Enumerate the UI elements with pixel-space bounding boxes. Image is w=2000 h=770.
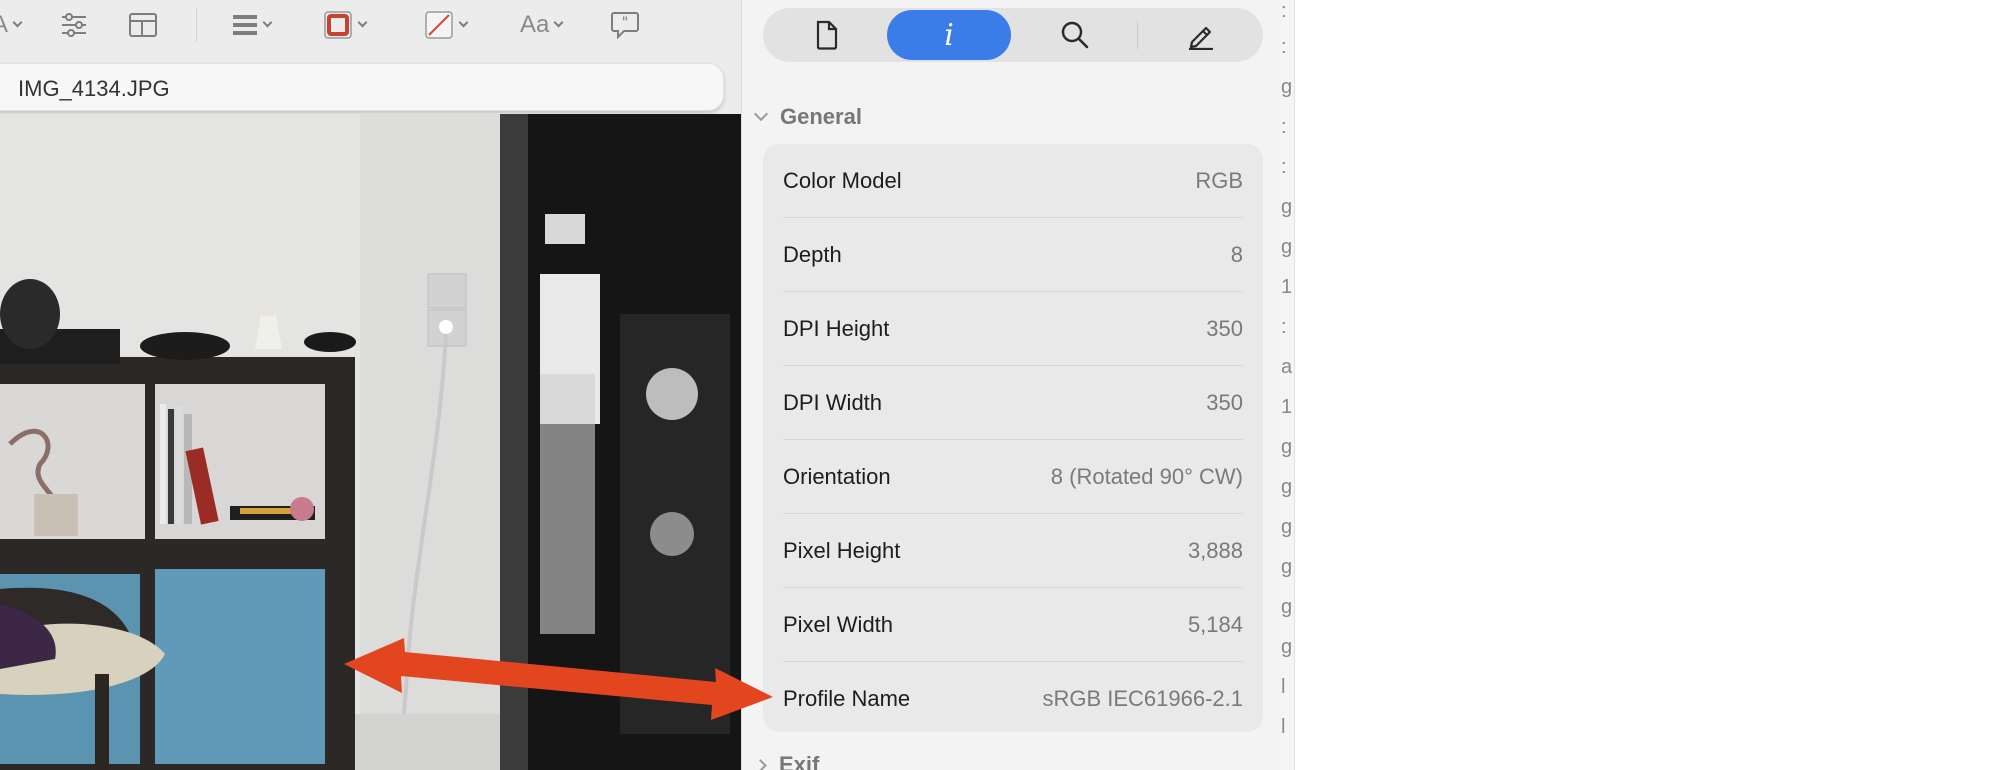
room-photo bbox=[0, 114, 741, 770]
annotate-icon bbox=[1189, 26, 1213, 50]
property-value: RGB bbox=[1195, 167, 1243, 193]
clipped-text: g bbox=[1281, 436, 1293, 458]
image-viewer-window: A Aa " IMG_4134.JPG bbox=[0, 0, 741, 770]
property-row-dpi-width: DPI Width 350 bbox=[783, 366, 1243, 440]
clipped-text: : bbox=[1281, 156, 1287, 178]
property-label: DPI Height bbox=[783, 315, 890, 341]
tab-separator bbox=[1137, 21, 1138, 49]
layout-icon bbox=[129, 13, 157, 37]
line-weight-menu[interactable] bbox=[232, 9, 273, 41]
clipped-text: l bbox=[1281, 676, 1286, 698]
property-row-pixel-width: Pixel Width 5,184 bbox=[783, 588, 1243, 662]
border-color-icon bbox=[324, 11, 352, 39]
chevron-down-icon bbox=[553, 17, 564, 28]
property-row-color-model: Color Model RGB bbox=[783, 144, 1243, 218]
property-value: 350 bbox=[1206, 389, 1243, 415]
font-icon: Aa bbox=[520, 11, 550, 38]
clipped-text: g bbox=[1281, 196, 1293, 218]
clipped-text: g bbox=[1281, 636, 1293, 658]
document-icon bbox=[816, 20, 838, 50]
clipped-text: : bbox=[1281, 116, 1287, 138]
exif-section-title: Exif bbox=[779, 752, 820, 770]
tab-info[interactable]: i bbox=[887, 10, 1011, 60]
clipped-text: g bbox=[1281, 76, 1293, 98]
chevron-down-icon bbox=[12, 17, 23, 28]
markup-toolbar: A Aa " bbox=[0, 0, 741, 52]
chevron-down-icon bbox=[753, 106, 769, 122]
chevron-down-icon bbox=[357, 17, 368, 28]
adjust-sliders-icon bbox=[62, 13, 86, 37]
adjust-color-button[interactable] bbox=[60, 9, 88, 41]
general-properties-card: Color Model RGB Depth 8 DPI Height 350 D… bbox=[763, 144, 1263, 732]
clipped-text: g bbox=[1281, 596, 1293, 618]
property-label: Pixel Width bbox=[783, 611, 894, 637]
clipped-text: l bbox=[1281, 716, 1286, 738]
line-weight-icon bbox=[233, 15, 257, 35]
property-value: 3,888 bbox=[1187, 537, 1243, 563]
border-color-menu[interactable] bbox=[323, 9, 368, 41]
speech-bubble-icon: " bbox=[611, 12, 639, 39]
property-label: DPI Width bbox=[783, 389, 883, 415]
exif-section-header[interactable]: Exif bbox=[754, 752, 820, 770]
clipped-text: 1 bbox=[1281, 276, 1293, 298]
search-icon bbox=[1061, 21, 1089, 49]
tab-annotate[interactable] bbox=[1139, 10, 1263, 60]
property-label: Profile Name bbox=[783, 686, 911, 711]
markup-shapes-icon: A bbox=[0, 11, 9, 38]
clipped-text: : bbox=[1281, 36, 1287, 58]
property-row-depth: Depth 8 bbox=[783, 218, 1243, 292]
inspector-sidebar: i General Color Model RGB Depth 8 DPI He… bbox=[741, 0, 1281, 770]
clipped-text: g bbox=[1281, 556, 1293, 578]
chevron-down-icon bbox=[458, 17, 469, 28]
property-label: Depth bbox=[783, 241, 842, 267]
empty-canvas bbox=[1296, 0, 2000, 770]
general-section-title: General bbox=[780, 104, 862, 129]
property-row-dpi-height: DPI Height 350 bbox=[783, 292, 1243, 366]
toolbar-separator bbox=[196, 8, 197, 42]
clipped-text: 1 bbox=[1281, 396, 1293, 418]
file-name: IMG_4134.JPG bbox=[18, 76, 170, 101]
markup-shapes-button[interactable]: A bbox=[0, 9, 23, 41]
general-section-header[interactable]: General bbox=[753, 104, 862, 130]
tab-search[interactable] bbox=[1013, 10, 1137, 60]
clipped-text: a bbox=[1281, 356, 1293, 378]
property-value: 5,184 bbox=[1187, 611, 1243, 637]
svg-text:": " bbox=[622, 15, 628, 31]
photo-preview bbox=[0, 114, 741, 770]
property-value: sRGB IEC61966-2.1 bbox=[1042, 686, 1243, 711]
property-value: 8 bbox=[1230, 241, 1243, 267]
chevron-down-icon bbox=[262, 17, 273, 28]
inspector-tab-bar: i bbox=[763, 8, 1263, 62]
property-label: Orientation bbox=[783, 463, 891, 489]
page-layout-button[interactable] bbox=[128, 9, 158, 41]
clipped-text: : bbox=[1281, 0, 1287, 22]
filename-bar[interactable]: IMG_4134.JPG bbox=[0, 63, 724, 111]
chevron-right-icon bbox=[754, 758, 767, 770]
property-label: Color Model bbox=[783, 167, 902, 193]
info-icon: i bbox=[944, 17, 954, 53]
clipped-text: g bbox=[1281, 236, 1293, 258]
property-row-orientation: Orientation 8 (Rotated 90° CW) bbox=[783, 440, 1243, 514]
fill-color-menu[interactable] bbox=[424, 9, 469, 41]
property-value: 350 bbox=[1206, 315, 1243, 341]
annotation-bubble-button[interactable]: " bbox=[610, 9, 640, 41]
property-value: 8 (Rotated 90° CW) bbox=[1050, 463, 1243, 489]
font-menu[interactable]: Aa bbox=[520, 9, 564, 41]
clipped-text: g bbox=[1281, 516, 1293, 538]
clipped-text: g bbox=[1281, 476, 1293, 498]
clipped-text: : bbox=[1281, 316, 1287, 338]
property-row-pixel-height: Pixel Height 3,888 bbox=[783, 514, 1243, 588]
background-window-edge: : : g : : g g 1 : a 1 g g g g g g l l bbox=[1281, 0, 1295, 770]
tab-document[interactable] bbox=[765, 10, 889, 60]
fill-color-icon bbox=[425, 11, 453, 39]
property-row-profile-name: Profile Name sRGB IEC61966-2.1 bbox=[783, 662, 1243, 736]
property-label: Pixel Height bbox=[783, 537, 901, 563]
